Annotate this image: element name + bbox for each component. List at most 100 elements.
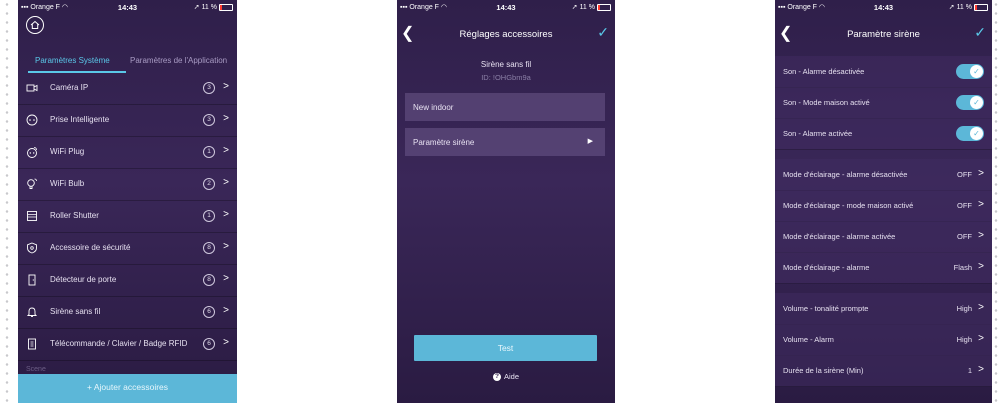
setting-label: Son - Alarme désactivée bbox=[783, 67, 865, 76]
page-title: Paramètre sirène bbox=[847, 29, 920, 40]
bulb-icon bbox=[27, 178, 37, 189]
setting-lighting-home-mode[interactable]: Mode d'éclairage - mode maison activé OF… bbox=[775, 190, 992, 222]
siren-settings-label: Paramètre sirène bbox=[413, 138, 475, 147]
item-count-badge: 8 bbox=[203, 274, 215, 286]
menu-item-label: WiFi Plug bbox=[50, 147, 85, 156]
add-accessories-button[interactable]: + Ajouter accessoires bbox=[18, 374, 237, 403]
item-count-badge: 1 bbox=[203, 210, 215, 222]
chevron-right-icon: > bbox=[223, 177, 229, 188]
left-dotted-border bbox=[4, 0, 10, 403]
device-name-field[interactable]: New indoor bbox=[405, 93, 605, 121]
setting-volume-alarm[interactable]: Volume - Alarm High > bbox=[775, 324, 992, 356]
menu-item-smart-plug[interactable]: Prise Intelligente 3 > bbox=[18, 104, 237, 137]
scene-section-label: Scene bbox=[26, 366, 46, 373]
status-bar: ▪▪▪ Orange F ◠ 14:43 ➚ 11 % bbox=[775, 0, 992, 14]
setting-label: Durée de la sirène (Min) bbox=[783, 366, 864, 375]
item-count-badge: 1 bbox=[203, 146, 215, 158]
settings-tabs: Paramètres Système Paramètres de l'Appli… bbox=[18, 54, 237, 73]
setting-value: High bbox=[956, 335, 972, 344]
tab-app-settings[interactable]: Paramètres de l'Application bbox=[130, 56, 227, 65]
chevron-right-icon: > bbox=[978, 168, 984, 179]
chevron-right-icon: > bbox=[223, 337, 229, 348]
setting-siren-duration[interactable]: Durée de la sirène (Min) 1 > bbox=[775, 355, 992, 387]
home-icon bbox=[30, 20, 40, 29]
setting-volume-prompt[interactable]: Volume - tonalité prompte High > bbox=[775, 293, 992, 325]
setting-lighting-alarm-disabled[interactable]: Mode d'éclairage - alarme désactivée OFF… bbox=[775, 159, 992, 191]
page-title: Réglages accessoires bbox=[459, 29, 553, 40]
tab-system-settings[interactable]: Paramètres Système bbox=[35, 56, 110, 65]
device-id: ID: !OHGbm9a bbox=[481, 73, 531, 82]
check-icon: ✓ bbox=[970, 96, 983, 109]
chevron-right-icon: > bbox=[223, 305, 229, 316]
battery-indicator: ➚ 11 % bbox=[572, 3, 611, 11]
menu-item-label: Sirène sans fil bbox=[50, 307, 101, 316]
help-label: Aide bbox=[503, 372, 519, 381]
setting-label: Son - Mode maison activé bbox=[783, 98, 870, 107]
status-bar: ▪▪▪ Orange F ◠ 14:43 ➚ 11 % bbox=[18, 0, 237, 14]
menu-item-security-accessory[interactable]: Accessoire de sécurité 8 > bbox=[18, 232, 237, 265]
item-count-badge: 6 bbox=[203, 306, 215, 318]
confirm-check-icon[interactable]: ✓ bbox=[974, 24, 986, 41]
menu-item-label: Télécommande / Clavier / Badge RFID bbox=[50, 339, 188, 348]
confirm-check-icon[interactable]: ✓ bbox=[597, 24, 609, 41]
chevron-right-icon: > bbox=[223, 113, 229, 124]
setting-value: OFF bbox=[957, 170, 972, 179]
setting-sound-home-mode: Son - Mode maison activé ✓ bbox=[775, 87, 992, 119]
test-button[interactable]: Test bbox=[414, 335, 597, 361]
menu-item-door-detector[interactable]: Détecteur de porte 8 > bbox=[18, 264, 237, 297]
setting-label: Mode d'éclairage - alarme activée bbox=[783, 232, 896, 241]
setting-lighting-alarm[interactable]: Mode d'éclairage - alarme Flash > bbox=[775, 252, 992, 284]
chevron-right-icon: > bbox=[978, 364, 984, 375]
chevron-right-icon: > bbox=[978, 230, 984, 241]
right-dotted-border bbox=[993, 0, 999, 403]
setting-label: Mode d'éclairage - mode maison activé bbox=[783, 201, 914, 210]
menu-item-wifi-bulb[interactable]: WiFi Bulb 2 > bbox=[18, 168, 237, 201]
door-icon bbox=[28, 274, 36, 286]
menu-item-label: WiFi Bulb bbox=[50, 179, 85, 188]
item-count-badge: 3 bbox=[203, 82, 215, 94]
status-bar: ▪▪▪ Orange F ◠ 14:43 ➚ 11 % bbox=[397, 0, 615, 14]
siren-settings-screen: ▪▪▪ Orange F ◠ 14:43 ➚ 11 % ❮ Paramètre … bbox=[775, 0, 992, 403]
siren-settings-row[interactable]: Paramètre sirène ▶ bbox=[405, 128, 605, 156]
setting-lighting-alarm-enabled[interactable]: Mode d'éclairage - alarme activée OFF > bbox=[775, 221, 992, 253]
home-button[interactable] bbox=[26, 16, 44, 34]
device-name: Sirène sans fil bbox=[480, 60, 532, 69]
chevron-right-icon: > bbox=[978, 302, 984, 313]
check-icon: ✓ bbox=[970, 65, 983, 78]
chevron-right-icon: > bbox=[978, 199, 984, 210]
setting-label: Volume - Alarm bbox=[783, 335, 834, 344]
toggle-switch[interactable]: ✓ bbox=[956, 64, 984, 79]
plug-icon bbox=[26, 114, 38, 126]
setting-label: Volume - tonalité prompte bbox=[783, 304, 869, 313]
battery-indicator: ➚ 11 % bbox=[949, 3, 988, 11]
menu-item-label: Roller Shutter bbox=[50, 211, 99, 220]
menu-item-wifi-plug[interactable]: WiFi Plug 1 > bbox=[18, 136, 237, 169]
item-count-badge: 3 bbox=[203, 114, 215, 126]
setting-value: High bbox=[956, 304, 972, 313]
menu-item-label: Accessoire de sécurité bbox=[50, 243, 131, 252]
shutter-icon bbox=[27, 211, 37, 221]
help-link[interactable]: ? Aide bbox=[397, 372, 615, 382]
toggle-switch[interactable]: ✓ bbox=[956, 126, 984, 141]
chevron-right-icon: > bbox=[223, 241, 229, 252]
chevron-right-icon: > bbox=[223, 81, 229, 92]
setting-value: OFF bbox=[957, 201, 972, 210]
chevron-right-icon: > bbox=[223, 273, 229, 284]
remote-icon bbox=[28, 338, 36, 350]
chevron-right-icon: > bbox=[223, 145, 229, 156]
menu-item-roller-shutter[interactable]: Roller Shutter 1 > bbox=[18, 200, 237, 233]
system-settings-screen: ▪▪▪ Orange F ◠ 14:43 ➚ 11 % Paramètres S… bbox=[18, 0, 237, 403]
setting-value: Flash bbox=[953, 263, 972, 272]
item-count-badge: 2 bbox=[203, 178, 215, 190]
setting-value: OFF bbox=[957, 232, 972, 241]
wifi-plug-icon bbox=[27, 147, 37, 158]
setting-label: Son - Alarme activée bbox=[783, 129, 853, 138]
item-count-badge: 8 bbox=[203, 242, 215, 254]
menu-item-wireless-siren[interactable]: Sirène sans fil 6 > bbox=[18, 296, 237, 329]
toggle-switch[interactable]: ✓ bbox=[956, 95, 984, 110]
accessory-settings-screen: ▪▪▪ Orange F ◠ 14:43 ➚ 11 % ❮ Réglages a… bbox=[397, 0, 615, 403]
setting-label: Mode d'éclairage - alarme désactivée bbox=[783, 170, 908, 179]
menu-item-ip-camera[interactable]: Caméra IP 3 > bbox=[18, 72, 237, 105]
chevron-right-icon: > bbox=[978, 333, 984, 344]
menu-item-remote-keypad-rfid[interactable]: Télécommande / Clavier / Badge RFID 6 > bbox=[18, 328, 237, 361]
